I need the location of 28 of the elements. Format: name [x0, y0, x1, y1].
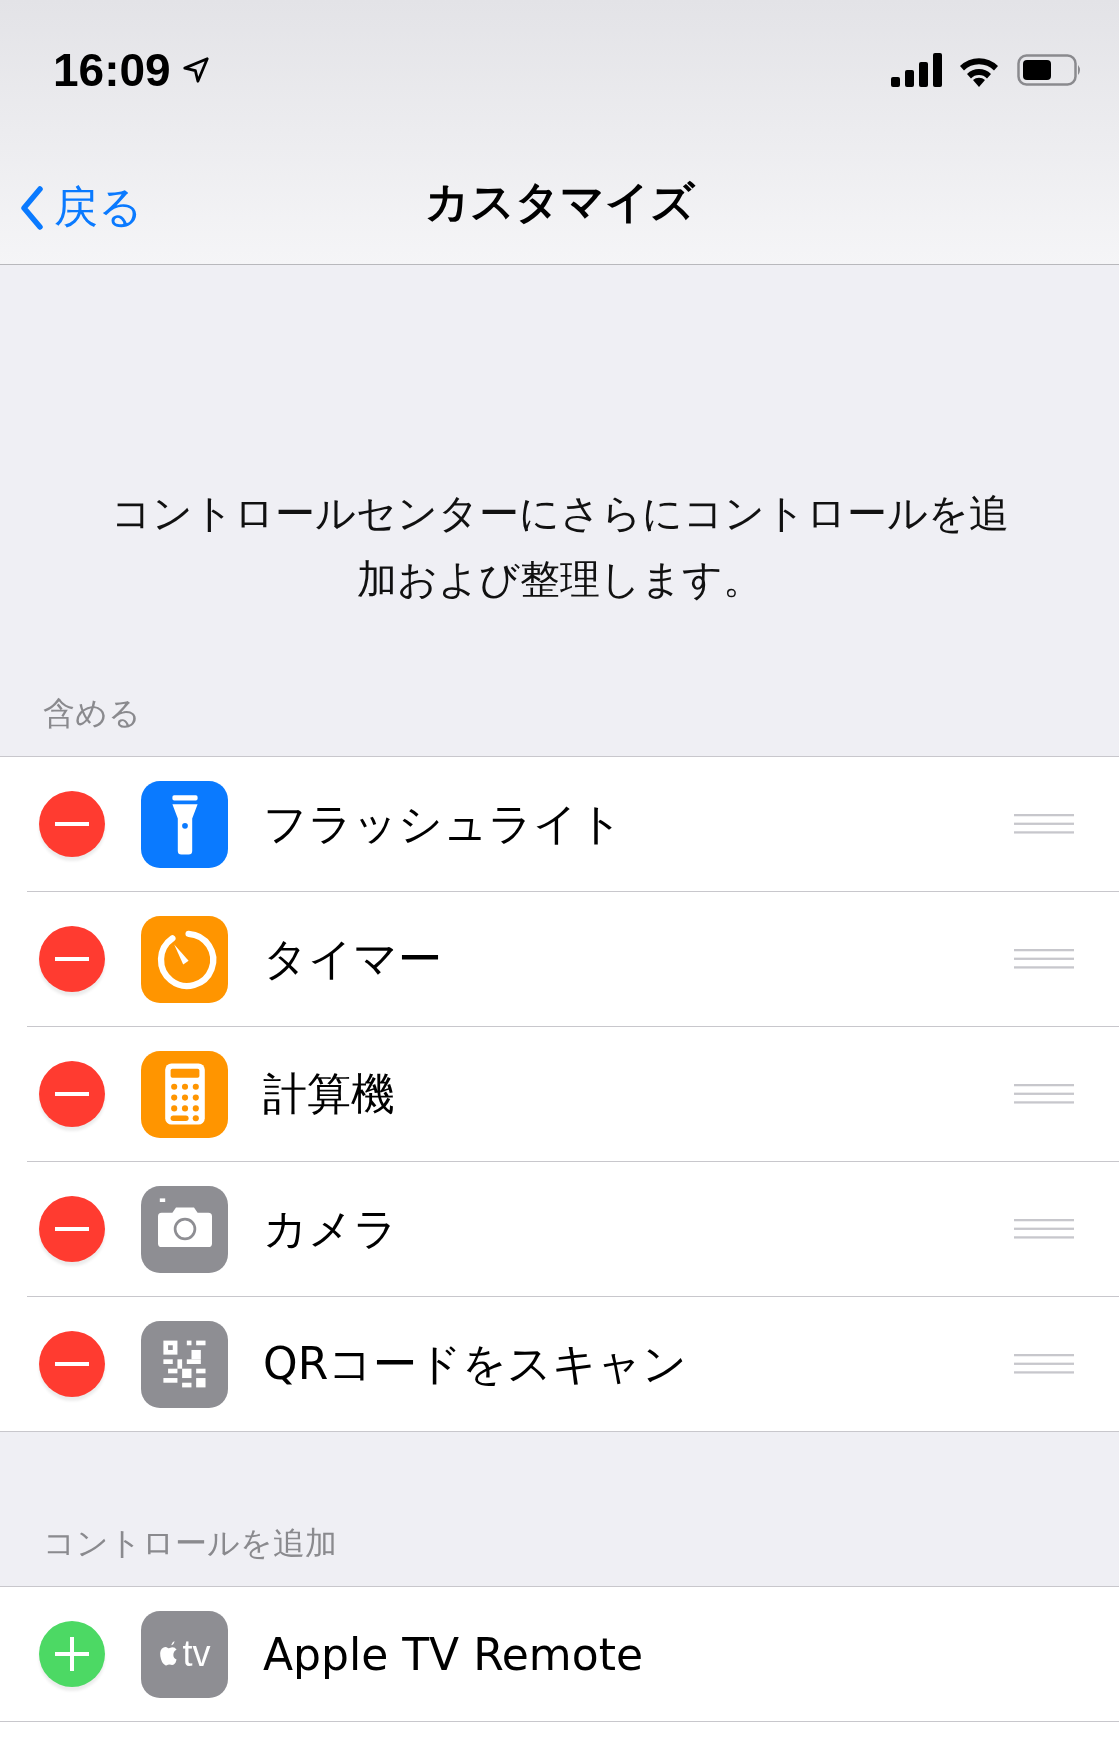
reorder-handle-icon[interactable] — [1014, 1353, 1074, 1375]
section-header: コントロールを追加 — [42, 1523, 338, 1564]
reorder-handle-icon[interactable] — [1014, 1218, 1074, 1240]
remove-button[interactable] — [39, 1331, 105, 1397]
control-label: 計算機 — [263, 1066, 396, 1121]
control-label: タイマー — [263, 931, 443, 986]
signal-icon — [891, 53, 943, 87]
battery-icon — [1017, 54, 1083, 86]
back-chevron-icon — [20, 185, 44, 230]
status-time: 16:09 — [53, 43, 171, 97]
control-label: カメラ — [263, 1201, 399, 1256]
remove-button[interactable] — [39, 1196, 105, 1262]
control-label: Apple TV Remote — [263, 1628, 644, 1680]
reorder-handle-icon[interactable] — [1014, 948, 1074, 970]
nav-title: カスタマイズ — [424, 175, 695, 229]
back-button[interactable]: 戻る — [20, 178, 143, 237]
reorder-handle-icon[interactable] — [1014, 813, 1074, 835]
remove-button[interactable] — [39, 791, 105, 857]
control-label: QRコードをスキャン — [263, 1336, 689, 1391]
remove-button[interactable] — [39, 1061, 105, 1127]
control-label: フラッシュライト — [263, 796, 624, 851]
appletv-icon: tv — [141, 1610, 228, 1698]
section-header: 含める — [42, 693, 142, 734]
add-button[interactable] — [39, 1621, 105, 1687]
reorder-handle-icon[interactable] — [1014, 1083, 1074, 1105]
description-text: コントロールセンターにさらにコントロールを追加および整理します。 — [109, 489, 1010, 604]
location-arrow-icon — [180, 55, 211, 85]
remove-button[interactable] — [39, 926, 105, 992]
